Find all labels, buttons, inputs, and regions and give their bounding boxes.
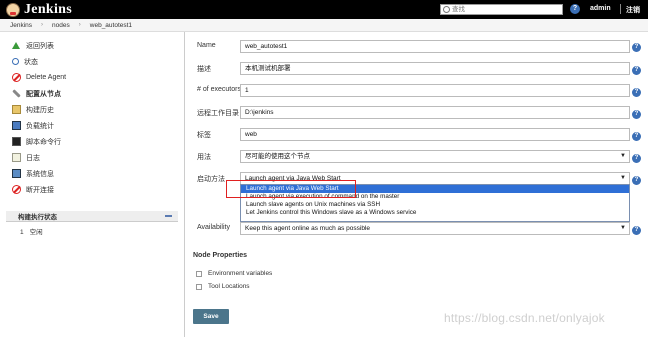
wrench-icon xyxy=(12,89,21,98)
usage-selected-value: 尽可能的使用这个节点 xyxy=(245,153,310,160)
usage-select[interactable]: 尽可能的使用这个节点 ▼ xyxy=(240,150,630,163)
tool-locations-option[interactable]: Tool Locations xyxy=(196,283,250,290)
arrow-up-icon xyxy=(12,42,20,49)
sidebar-item-disconnect[interactable]: 断开连接 xyxy=(12,184,54,195)
executors-field[interactable]: 1 xyxy=(240,84,630,97)
terminal-icon xyxy=(12,137,21,146)
search-icon xyxy=(12,58,19,65)
description-field[interactable]: 本机测试机部署 xyxy=(240,62,630,75)
sidebar-item-system-info[interactable]: 系统信息 xyxy=(12,168,54,179)
labels-field[interactable]: web xyxy=(240,128,630,141)
chart-icon xyxy=(12,121,21,130)
executor-panel-title: 构建执行状态 xyxy=(18,214,57,221)
search-box[interactable] xyxy=(440,4,563,15)
chevron-right-icon: › xyxy=(41,22,44,28)
sidebar-item-label: 日志 xyxy=(26,154,40,162)
env-variables-label: Environment variables xyxy=(208,270,273,277)
search-icon xyxy=(443,6,450,13)
chevron-right-icon: › xyxy=(78,22,81,28)
app-title: Jenkins xyxy=(24,1,73,17)
sidebar-item-delete-agent[interactable]: Delete Agent xyxy=(12,72,66,83)
clipboard-icon xyxy=(12,153,21,162)
dropdown-arrow-icon: ▼ xyxy=(620,153,626,159)
help-icon[interactable]: ? xyxy=(632,43,641,52)
dropdown-arrow-icon: ▼ xyxy=(620,175,626,181)
dropdown-option-windows-service[interactable]: Let Jenkins control this Windows slave a… xyxy=(241,209,629,217)
executor-panel-header[interactable]: 构建执行状态 xyxy=(6,211,178,222)
sidebar-item-label: 断开连接 xyxy=(26,186,54,194)
monitor-icon xyxy=(12,169,21,178)
availability-selected-value: Keep this agent online as much as possib… xyxy=(245,225,371,232)
tool-locations-checkbox[interactable] xyxy=(196,283,202,290)
watermark-text: https://blog.csdn.net/onlyajok xyxy=(444,311,605,325)
name-label: Name xyxy=(197,42,216,49)
sidebar-item-configure[interactable]: 配置从节点 xyxy=(12,88,61,99)
user-link[interactable]: admin xyxy=(590,5,611,12)
dropdown-option-ssh[interactable]: Launch slave agents on Unix machines via… xyxy=(241,201,629,209)
divider xyxy=(620,4,621,14)
help-icon[interactable]: ? xyxy=(632,176,641,185)
help-icon[interactable]: ? xyxy=(632,66,641,75)
executor-row: 1 空闲 xyxy=(20,226,43,236)
sidebar-item-script-console[interactable]: 脚本命令行 xyxy=(12,136,61,147)
sidebar-item-log[interactable]: 日志 xyxy=(12,152,40,163)
help-icon[interactable]: ? xyxy=(570,4,580,14)
executor-status: 空闲 xyxy=(29,229,43,236)
sidebar-item-label: 构建历史 xyxy=(26,106,54,114)
labels-label: 标签 xyxy=(197,132,211,139)
jenkins-logo[interactable]: Jenkins xyxy=(6,2,72,17)
sidebar-item-label: 脚本命令行 xyxy=(26,138,61,146)
sidebar-item-back[interactable]: 返回列表 xyxy=(12,40,54,51)
breadcrumb: Jenkins › nodes › web_autotest1 xyxy=(0,19,648,32)
help-icon[interactable]: ? xyxy=(632,132,641,141)
collapse-icon[interactable] xyxy=(165,215,172,217)
sidebar-item-label: 负载统计 xyxy=(26,122,54,130)
node-properties-title: Node Properties xyxy=(193,252,248,259)
executors-label: # of executors xyxy=(197,86,241,93)
dropdown-arrow-icon: ▼ xyxy=(620,225,626,231)
env-variables-option[interactable]: Environment variables xyxy=(196,270,272,277)
help-icon[interactable]: ? xyxy=(632,226,641,235)
help-icon[interactable]: ? xyxy=(632,154,641,163)
search-input[interactable] xyxy=(450,5,552,14)
name-field[interactable]: web_autotest1 xyxy=(240,40,630,53)
sidebar-item-label: 系统信息 xyxy=(26,170,54,178)
tool-locations-label: Tool Locations xyxy=(208,283,250,290)
env-variables-checkbox[interactable] xyxy=(196,270,202,277)
executor-number: 1 xyxy=(20,229,24,236)
availability-select[interactable]: Keep this agent online as much as possib… xyxy=(240,222,630,235)
usage-label: 用法 xyxy=(197,154,211,161)
logout-link[interactable]: 注销 xyxy=(626,5,640,15)
no-entry-icon xyxy=(12,185,21,194)
remote-dir-label: 远程工作目录 xyxy=(197,110,239,117)
save-button[interactable]: Save xyxy=(193,309,229,324)
breadcrumb-item-node[interactable]: web_autotest1 xyxy=(90,22,132,29)
description-label: 描述 xyxy=(197,66,211,73)
availability-label: Availability xyxy=(197,224,230,231)
help-icon[interactable]: ? xyxy=(632,110,641,119)
launch-method-label: 启动方法 xyxy=(197,176,225,183)
sidebar-item-label: Delete Agent xyxy=(26,74,67,81)
top-bar: Jenkins ? admin 注销 xyxy=(0,0,648,19)
sidebar-item-label: 返回列表 xyxy=(26,42,54,50)
highlight-annotation xyxy=(226,180,356,198)
notepad-icon xyxy=(12,105,21,114)
breadcrumb-item-jenkins[interactable]: Jenkins xyxy=(10,22,32,29)
sidebar-item-build-history[interactable]: 构建历史 xyxy=(12,104,54,115)
remote-dir-field[interactable]: D:\jenkins xyxy=(240,106,630,119)
sidebar-item-load-stats[interactable]: 负载统计 xyxy=(12,120,54,131)
no-entry-icon xyxy=(12,73,21,82)
sidebar-item-label: 配置从节点 xyxy=(26,90,61,98)
sidebar: 返回列表 状态 Delete Agent 配置从节点 构建历史 负载统计 脚本命… xyxy=(0,32,185,337)
sidebar-item-status[interactable]: 状态 xyxy=(12,56,38,67)
breadcrumb-item-nodes[interactable]: nodes xyxy=(52,22,70,29)
help-icon[interactable]: ? xyxy=(632,88,641,97)
sidebar-item-label: 状态 xyxy=(24,58,38,66)
jenkins-butler-icon xyxy=(6,2,20,17)
